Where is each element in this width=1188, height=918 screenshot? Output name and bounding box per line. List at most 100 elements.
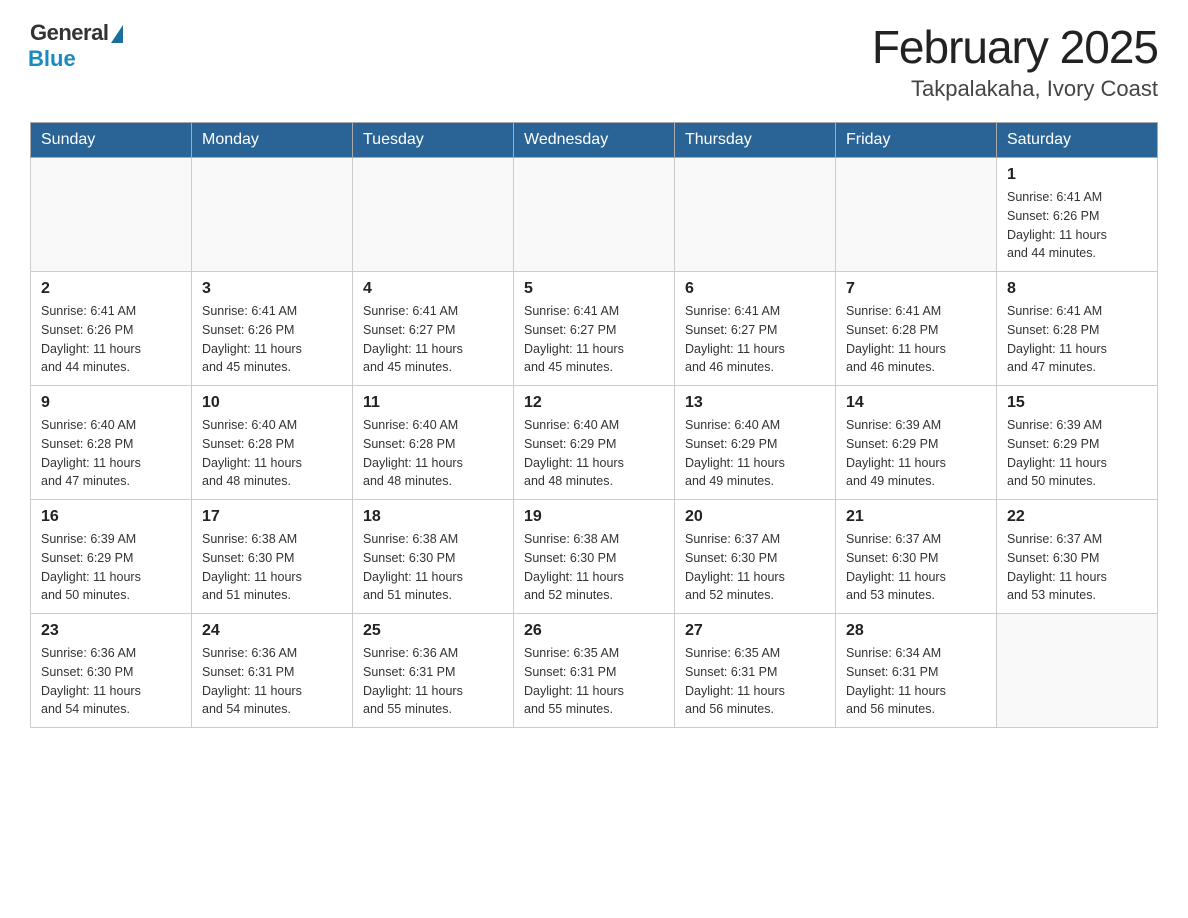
day-number: 18: [363, 508, 503, 526]
page-header: General Blue February 2025 Takpalakaha, …: [30, 20, 1158, 102]
calendar-cell: 1 Sunrise: 6:41 AMSunset: 6:26 PMDaylight…: [997, 158, 1158, 272]
day-number: 12: [524, 394, 664, 412]
day-info: Sunrise: 6:40 AMSunset: 6:29 PMDaylight:…: [685, 416, 825, 491]
day-info: Sunrise: 6:35 AMSunset: 6:31 PMDaylight:…: [524, 644, 664, 719]
title-section: February 2025 Takpalakaha, Ivory Coast: [872, 20, 1158, 102]
logo-arrow-icon: [111, 25, 123, 43]
day-number: 27: [685, 622, 825, 640]
day-info: Sunrise: 6:36 AMSunset: 6:30 PMDaylight:…: [41, 644, 181, 719]
calendar-week-row: 2 Sunrise: 6:41 AMSunset: 6:26 PMDaylight…: [31, 272, 1158, 386]
weekday-header: Monday: [192, 123, 353, 158]
day-info: Sunrise: 6:40 AMSunset: 6:29 PMDaylight:…: [524, 416, 664, 491]
calendar-cell: 25 Sunrise: 6:36 AMSunset: 6:31 PMDayligh…: [353, 614, 514, 728]
day-number: 25: [363, 622, 503, 640]
calendar-cell: 28 Sunrise: 6:34 AMSunset: 6:31 PMDayligh…: [836, 614, 997, 728]
day-number: 10: [202, 394, 342, 412]
calendar-cell: 26 Sunrise: 6:35 AMSunset: 6:31 PMDayligh…: [514, 614, 675, 728]
day-info: Sunrise: 6:37 AMSunset: 6:30 PMDaylight:…: [685, 530, 825, 605]
day-info: Sunrise: 6:41 AMSunset: 6:26 PMDaylight:…: [202, 302, 342, 377]
location-title: Takpalakaha, Ivory Coast: [872, 76, 1158, 102]
calendar-cell: 12 Sunrise: 6:40 AMSunset: 6:29 PMDayligh…: [514, 386, 675, 500]
day-number: 11: [363, 394, 503, 412]
day-info: Sunrise: 6:38 AMSunset: 6:30 PMDaylight:…: [363, 530, 503, 605]
calendar-cell: 24 Sunrise: 6:36 AMSunset: 6:31 PMDayligh…: [192, 614, 353, 728]
day-number: 9: [41, 394, 181, 412]
calendar-cell: 10 Sunrise: 6:40 AMSunset: 6:28 PMDayligh…: [192, 386, 353, 500]
calendar-cell: 15Sunrise: 6:39 AMSunset: 6:29 PMDayligh…: [997, 386, 1158, 500]
day-number: 22: [1007, 508, 1147, 526]
day-number: 15: [1007, 394, 1147, 412]
day-number: 28: [846, 622, 986, 640]
calendar-cell: 27Sunrise: 6:35 AMSunset: 6:31 PMDayligh…: [675, 614, 836, 728]
day-info: Sunrise: 6:37 AMSunset: 6:30 PMDaylight:…: [846, 530, 986, 605]
day-number: 1: [1007, 166, 1147, 184]
day-number: 14: [846, 394, 986, 412]
weekday-header: Sunday: [31, 123, 192, 158]
calendar-header-row: SundayMondayTuesdayWednesdayThursdayFrid…: [31, 123, 1158, 158]
calendar-week-row: 23 Sunrise: 6:36 AMSunset: 6:30 PMDayligh…: [31, 614, 1158, 728]
weekday-header: Thursday: [675, 123, 836, 158]
day-info: Sunrise: 6:40 AMSunset: 6:28 PMDaylight:…: [41, 416, 181, 491]
calendar-cell: [997, 614, 1158, 728]
calendar-cell: 23 Sunrise: 6:36 AMSunset: 6:30 PMDayligh…: [31, 614, 192, 728]
day-info: Sunrise: 6:38 AMSunset: 6:30 PMDaylight:…: [524, 530, 664, 605]
calendar-cell: 14Sunrise: 6:39 AMSunset: 6:29 PMDayligh…: [836, 386, 997, 500]
day-number: 19: [524, 508, 664, 526]
day-info: Sunrise: 6:36 AMSunset: 6:31 PMDaylight:…: [202, 644, 342, 719]
day-number: 24: [202, 622, 342, 640]
calendar-cell: 20 Sunrise: 6:37 AMSunset: 6:30 PMDayligh…: [675, 500, 836, 614]
logo-general-text: General: [30, 20, 108, 46]
day-number: 20: [685, 508, 825, 526]
month-title: February 2025: [872, 20, 1158, 74]
calendar-cell: 5 Sunrise: 6:41 AMSunset: 6:27 PMDaylight…: [514, 272, 675, 386]
day-info: Sunrise: 6:41 AMSunset: 6:27 PMDaylight:…: [685, 302, 825, 377]
day-number: 13: [685, 394, 825, 412]
calendar-cell: [675, 158, 836, 272]
day-info: Sunrise: 6:36 AMSunset: 6:31 PMDaylight:…: [363, 644, 503, 719]
calendar-week-row: 1 Sunrise: 6:41 AMSunset: 6:26 PMDaylight…: [31, 158, 1158, 272]
calendar-cell: 22Sunrise: 6:37 AMSunset: 6:30 PMDayligh…: [997, 500, 1158, 614]
day-number: 3: [202, 280, 342, 298]
day-number: 17: [202, 508, 342, 526]
calendar-cell: 13 Sunrise: 6:40 AMSunset: 6:29 PMDayligh…: [675, 386, 836, 500]
day-number: 6: [685, 280, 825, 298]
day-info: Sunrise: 6:41 AMSunset: 6:27 PMDaylight:…: [363, 302, 503, 377]
day-number: 26: [524, 622, 664, 640]
calendar-cell: 16Sunrise: 6:39 AMSunset: 6:29 PMDayligh…: [31, 500, 192, 614]
day-number: 4: [363, 280, 503, 298]
day-number: 21: [846, 508, 986, 526]
logo-blue-text: Blue: [28, 46, 76, 72]
day-number: 8: [1007, 280, 1147, 298]
weekday-header: Wednesday: [514, 123, 675, 158]
day-number: 5: [524, 280, 664, 298]
day-info: Sunrise: 6:41 AMSunset: 6:26 PMDaylight:…: [1007, 188, 1147, 263]
weekday-header: Saturday: [997, 123, 1158, 158]
calendar-cell: [836, 158, 997, 272]
day-info: Sunrise: 6:40 AMSunset: 6:28 PMDaylight:…: [363, 416, 503, 491]
calendar-cell: 2 Sunrise: 6:41 AMSunset: 6:26 PMDaylight…: [31, 272, 192, 386]
calendar-cell: 6 Sunrise: 6:41 AMSunset: 6:27 PMDaylight…: [675, 272, 836, 386]
calendar-cell: 3 Sunrise: 6:41 AMSunset: 6:26 PMDaylight…: [192, 272, 353, 386]
day-info: Sunrise: 6:41 AMSunset: 6:28 PMDaylight:…: [1007, 302, 1147, 377]
day-info: Sunrise: 6:40 AMSunset: 6:28 PMDaylight:…: [202, 416, 342, 491]
logo: General Blue: [30, 20, 123, 72]
calendar-cell: 21 Sunrise: 6:37 AMSunset: 6:30 PMDayligh…: [836, 500, 997, 614]
calendar-cell: [192, 158, 353, 272]
calendar-cell: 11 Sunrise: 6:40 AMSunset: 6:28 PMDayligh…: [353, 386, 514, 500]
day-info: Sunrise: 6:34 AMSunset: 6:31 PMDaylight:…: [846, 644, 986, 719]
weekday-header: Tuesday: [353, 123, 514, 158]
day-number: 23: [41, 622, 181, 640]
weekday-header: Friday: [836, 123, 997, 158]
day-number: 7: [846, 280, 986, 298]
calendar-cell: [353, 158, 514, 272]
calendar-cell: [514, 158, 675, 272]
calendar-week-row: 9 Sunrise: 6:40 AMSunset: 6:28 PMDaylight…: [31, 386, 1158, 500]
day-number: 16: [41, 508, 181, 526]
day-info: Sunrise: 6:41 AMSunset: 6:27 PMDaylight:…: [524, 302, 664, 377]
calendar-cell: 4 Sunrise: 6:41 AMSunset: 6:27 PMDaylight…: [353, 272, 514, 386]
calendar-cell: 18 Sunrise: 6:38 AMSunset: 6:30 PMDayligh…: [353, 500, 514, 614]
day-info: Sunrise: 6:38 AMSunset: 6:30 PMDaylight:…: [202, 530, 342, 605]
day-number: 2: [41, 280, 181, 298]
calendar-cell: [31, 158, 192, 272]
day-info: Sunrise: 6:41 AMSunset: 6:26 PMDaylight:…: [41, 302, 181, 377]
